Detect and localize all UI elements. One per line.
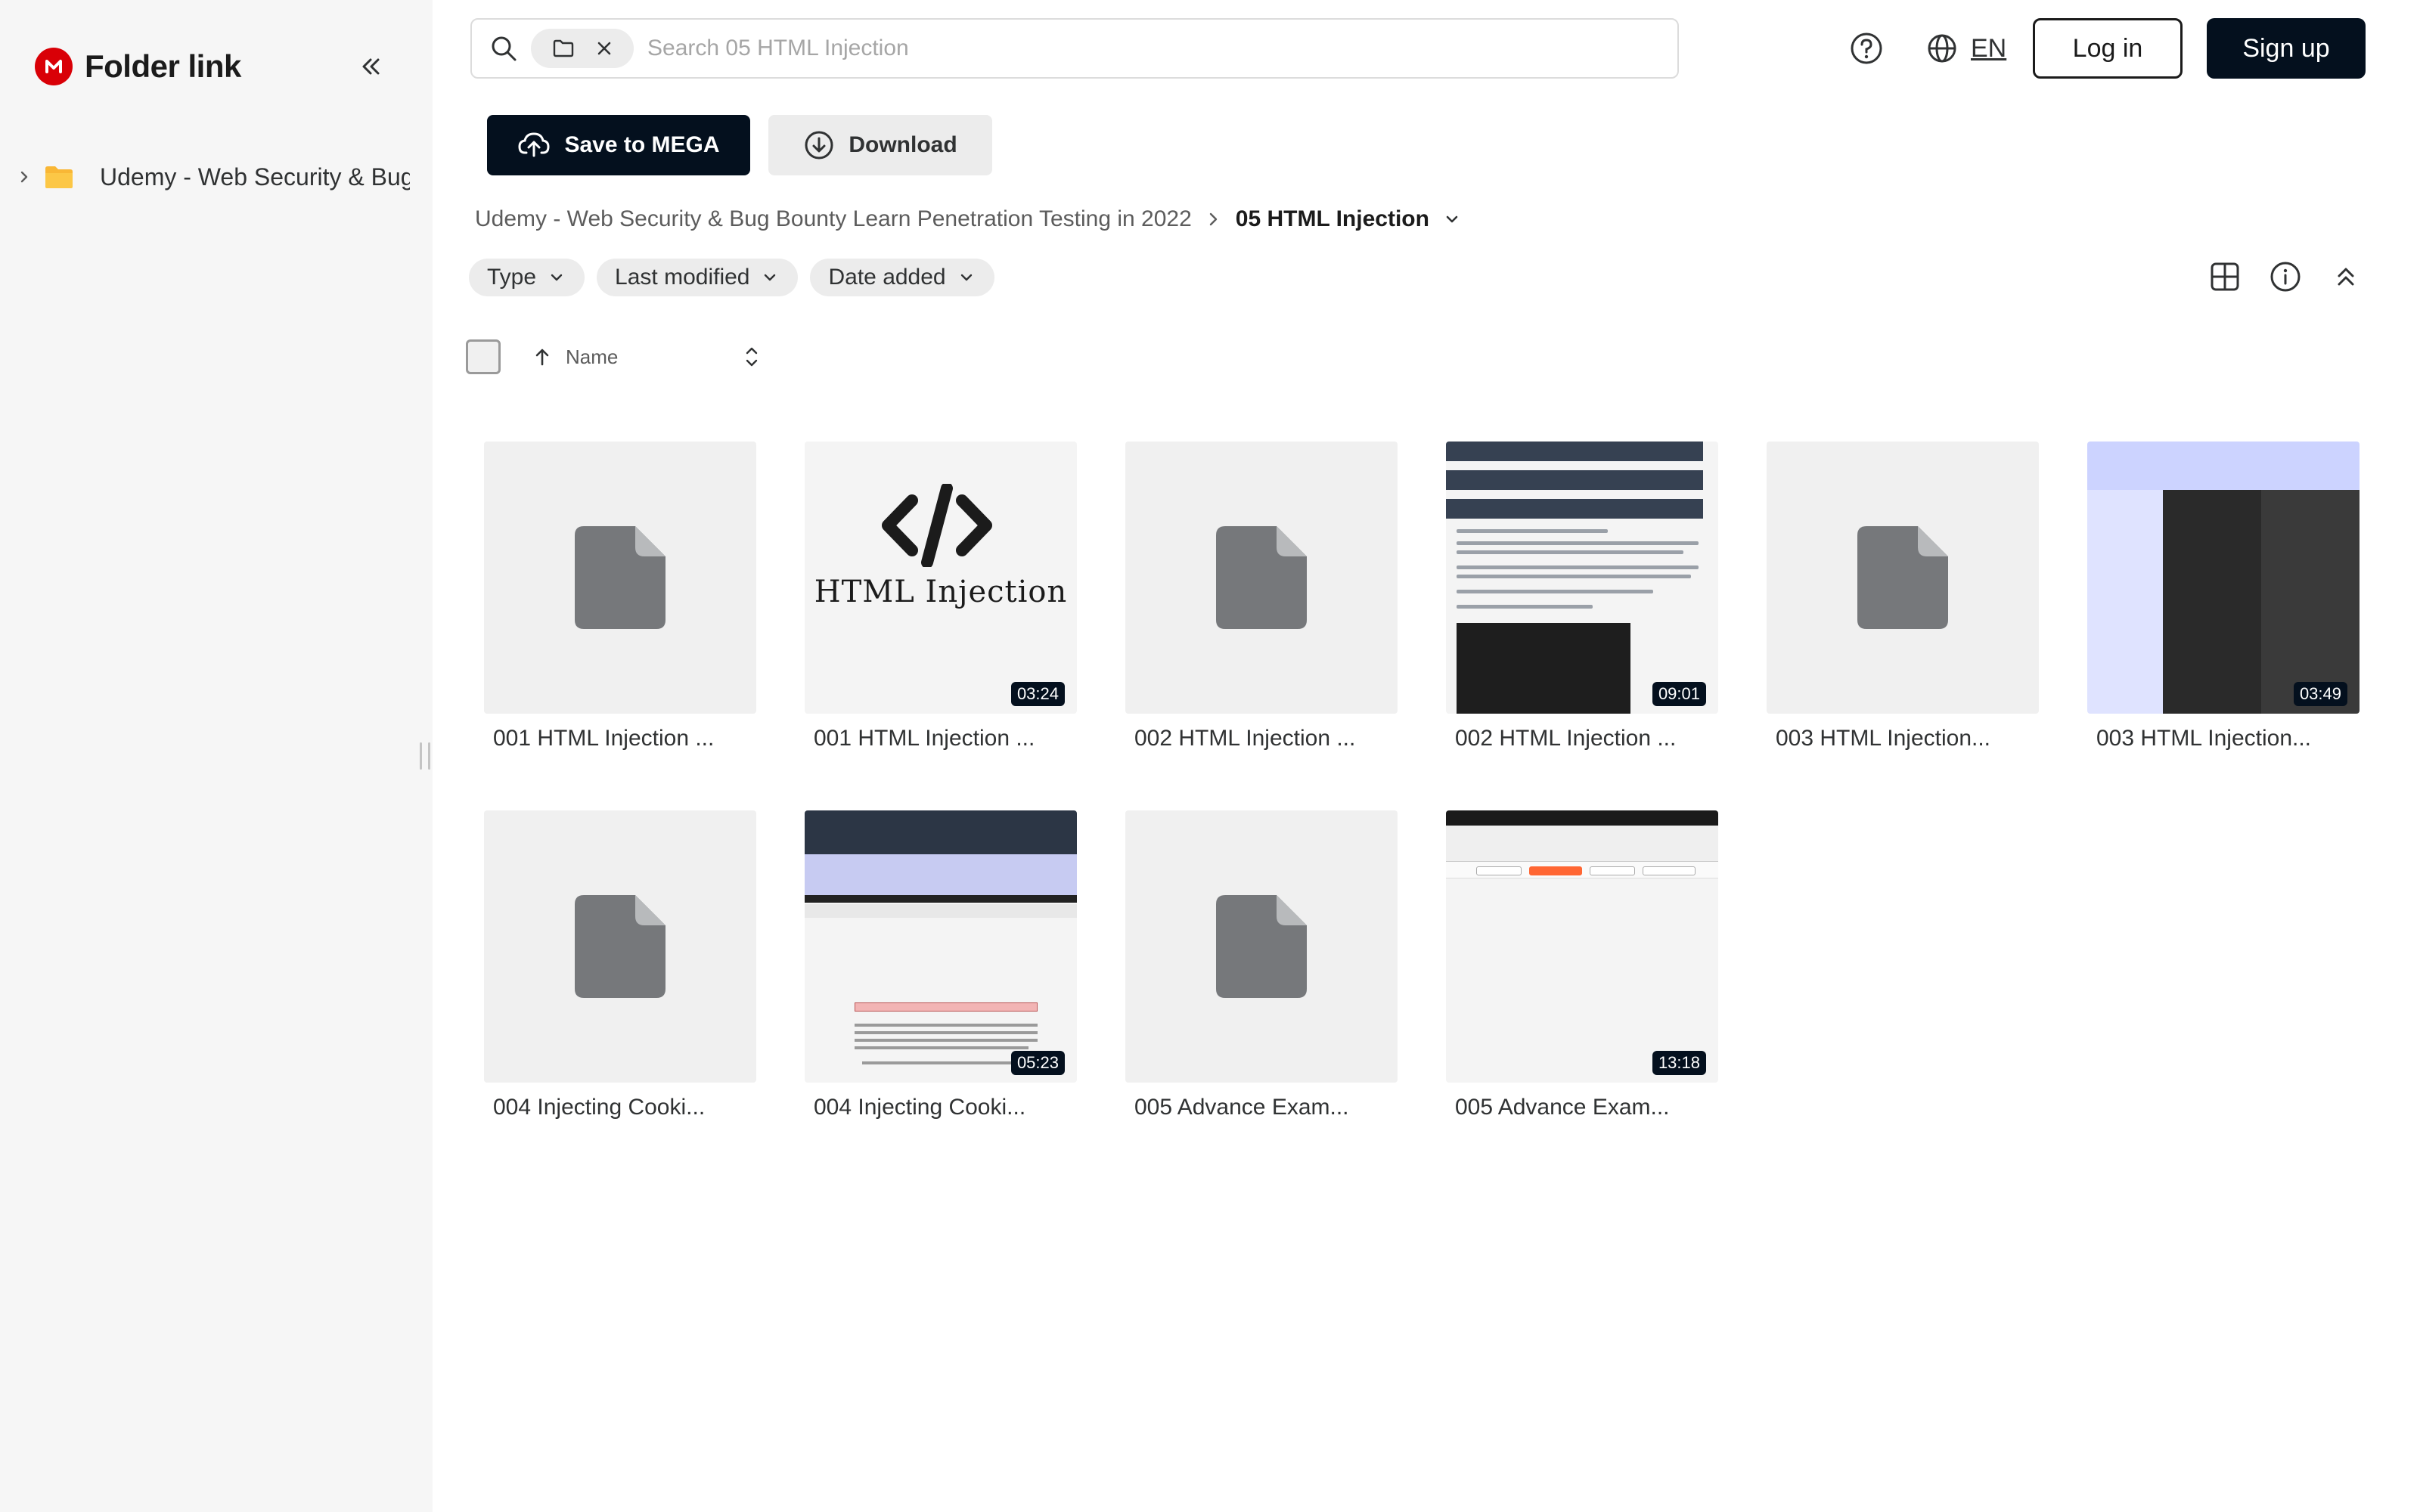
globe-icon <box>1928 34 1956 63</box>
search-scope-chip[interactable] <box>531 29 634 68</box>
breadcrumb: Udemy - Web Security & Bug Bounty Learn … <box>475 203 1461 236</box>
file-thumbnail <box>1125 810 1398 1083</box>
video-duration: 05:23 <box>1010 1051 1065 1075</box>
thumbnail-title: HTML Injection <box>814 575 1068 609</box>
download-label: Download <box>849 132 957 157</box>
chevron-right-icon[interactable] <box>14 166 35 187</box>
video-thumbnail: HTML Injection 03:24 <box>805 442 1077 714</box>
chevron-right-icon <box>1207 211 1221 228</box>
search-bar[interactable]: Search 05 HTML Injection <box>470 18 1679 79</box>
cloud-upload-icon <box>518 132 550 157</box>
grid-view-icon[interactable] <box>2205 257 2245 296</box>
chevron-down-icon <box>960 274 972 281</box>
file-thumbnail <box>484 810 756 1083</box>
download-button[interactable]: Download <box>768 115 992 175</box>
save-to-mega-button[interactable]: Save to MEGA <box>487 115 750 175</box>
video-card[interactable]: HTML Injection 03:24 001 HTML Injection … <box>805 442 1077 751</box>
sidebar: Folder link Udemy - Web Security & Bug B… <box>0 0 433 1512</box>
select-all-checkbox[interactable] <box>466 339 501 374</box>
file-name: 001 HTML Injection ... <box>814 726 1035 751</box>
close-icon[interactable] <box>595 39 613 57</box>
search-icon <box>487 32 520 65</box>
sidebar-tree-item[interactable]: Udemy - Web Security & Bug Bounty Learn … <box>14 156 414 198</box>
arrow-up-icon[interactable] <box>532 346 552 367</box>
file-icon <box>1216 526 1307 629</box>
mega-logo-icon <box>35 48 73 85</box>
folder-icon <box>45 166 73 188</box>
file-name: 003 HTML Injection... <box>1776 726 1991 751</box>
list-header: Name <box>466 339 760 375</box>
file-name: 005 Advance Exam... <box>1455 1095 1670 1120</box>
language-label: EN <box>1971 33 2007 63</box>
file-name: 004 Injecting Cooki... <box>814 1095 1026 1120</box>
breadcrumb-root[interactable]: Udemy - Web Security & Bug Bounty Learn … <box>475 206 1192 232</box>
file-thumbnail <box>484 442 756 714</box>
file-thumbnail <box>1767 442 2039 714</box>
video-thumbnail: 13:18 <box>1446 810 1718 1083</box>
sidebar-tree-label: Udemy - Web Security & Bug Bounty Learn … <box>100 163 410 191</box>
file-thumbnail <box>1125 442 1398 714</box>
column-name[interactable]: Name <box>566 345 618 369</box>
help-icon[interactable] <box>1845 27 1888 70</box>
video-duration: 03:49 <box>2293 682 2347 706</box>
double-chevron-left-icon <box>362 58 380 75</box>
video-thumbnail: 09:01 <box>1446 442 1718 714</box>
video-duration: 03:24 <box>1010 682 1065 706</box>
file-icon <box>575 526 666 629</box>
filter-bar: Type Last modified Date added <box>469 259 1007 296</box>
brand-title: Folder link <box>85 48 241 84</box>
info-icon[interactable] <box>2266 257 2305 296</box>
search-input[interactable]: Search 05 HTML Injection <box>647 36 909 61</box>
collapse-sidebar-button[interactable] <box>349 45 392 88</box>
chevron-double-up-icon[interactable] <box>2326 257 2366 296</box>
file-card[interactable]: 001 HTML Injection ... <box>484 442 756 751</box>
file-name: 001 HTML Injection ... <box>493 726 715 751</box>
filter-last-modified[interactable]: Last modified <box>597 259 799 296</box>
file-name: 005 Advance Exam... <box>1134 1095 1349 1120</box>
chevron-down-icon <box>765 274 776 281</box>
brand[interactable]: Folder link <box>35 47 241 86</box>
video-thumbnail: 03:49 <box>2087 442 2360 714</box>
video-duration: 13:18 <box>1652 1051 1706 1075</box>
file-name: 003 HTML Injection... <box>2096 726 2312 751</box>
file-icon <box>1216 895 1307 998</box>
video-card[interactable]: 13:18 005 Advance Exam... <box>1446 810 1718 1120</box>
signup-button[interactable]: Sign up <box>2207 18 2366 79</box>
login-button[interactable]: Log in <box>2033 18 2183 79</box>
file-card[interactable]: 003 HTML Injection... <box>1767 442 2039 751</box>
file-name: 002 HTML Injection ... <box>1134 726 1356 751</box>
file-name: 002 HTML Injection ... <box>1455 726 1677 751</box>
video-thumbnail: 05:23 <box>805 810 1077 1083</box>
language-selector[interactable]: EN <box>1925 27 2006 70</box>
sidebar-resize-handle[interactable] <box>420 742 430 770</box>
file-card[interactable]: 005 Advance Exam... <box>1125 810 1398 1120</box>
file-icon <box>575 895 666 998</box>
file-icon <box>1857 526 1948 629</box>
save-to-mega-label: Save to MEGA <box>564 132 720 157</box>
filter-type[interactable]: Type <box>469 259 585 296</box>
download-icon <box>805 131 833 160</box>
file-name: 004 Injecting Cooki... <box>493 1095 706 1120</box>
video-card[interactable]: 05:23 004 Injecting Cooki... <box>805 810 1077 1120</box>
video-card[interactable]: 09:01 002 HTML Injection ... <box>1446 442 1718 751</box>
code-brackets-icon <box>882 484 992 567</box>
file-card[interactable]: 002 HTML Injection ... <box>1125 442 1398 751</box>
video-duration: 09:01 <box>1652 682 1706 706</box>
chevron-down-icon[interactable] <box>1443 210 1461 228</box>
breadcrumb-current: 05 HTML Injection <box>1235 206 1429 231</box>
filter-date-added[interactable]: Date added <box>810 259 994 296</box>
video-card[interactable]: 03:49 003 HTML Injection... <box>2087 442 2360 751</box>
folder-outline-icon <box>553 39 573 57</box>
file-card[interactable]: 004 Injecting Cooki... <box>484 810 756 1120</box>
chevron-down-icon <box>551 274 563 281</box>
sort-toggle-icon[interactable] <box>743 344 760 370</box>
